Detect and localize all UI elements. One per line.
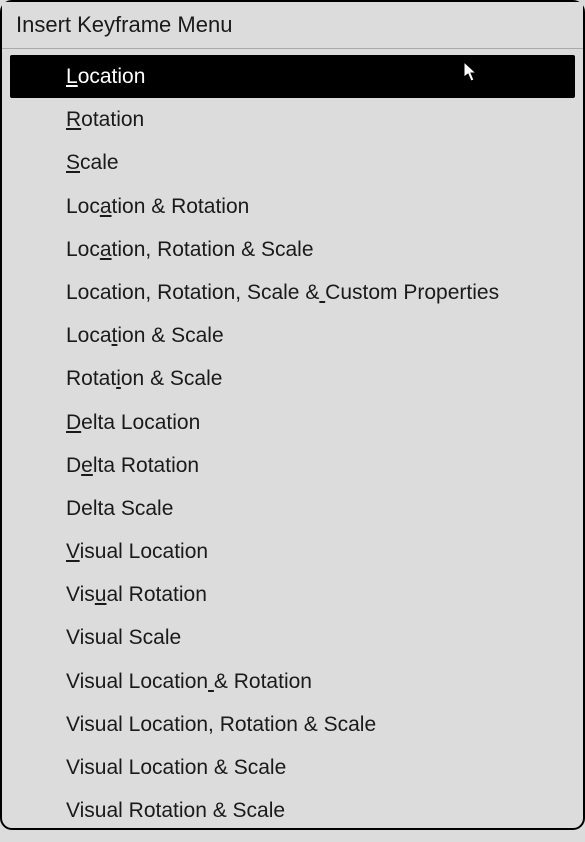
menu-item[interactable]: Rotation xyxy=(10,98,575,141)
menu-item[interactable]: Location, Rotation, Scale & Custom Prope… xyxy=(10,271,575,314)
mnemonic-char: a xyxy=(100,238,112,261)
menu-item[interactable]: Location xyxy=(10,55,575,98)
menu-item[interactable]: Visual Location & Scale xyxy=(10,746,575,789)
menu-item[interactable]: Location & Rotation xyxy=(10,185,575,228)
mnemonic-char: e xyxy=(81,454,93,477)
mnemonic-char xyxy=(319,281,325,304)
menu-item[interactable]: Visual Rotation & Scale xyxy=(10,789,575,832)
menu-item[interactable]: Visual Location & Rotation xyxy=(10,660,575,703)
mnemonic-char: V xyxy=(66,540,80,563)
menu-item[interactable]: Location, Rotation & Scale xyxy=(10,228,575,271)
mnemonic-char: S xyxy=(66,151,80,174)
menu-item[interactable]: Visual Rotation xyxy=(10,573,575,616)
mnemonic-char: t xyxy=(112,324,118,347)
menu-items-container: LocationRotationScaleLocation & Rotation… xyxy=(2,49,583,842)
menu-item[interactable]: Visual Location, Rotation & Scale xyxy=(10,703,575,746)
menu-item[interactable]: Location & Scale xyxy=(10,314,575,357)
menu-title: Insert Keyframe Menu xyxy=(2,2,583,49)
menu-item[interactable]: Scale xyxy=(10,141,575,184)
mnemonic-char xyxy=(208,670,214,693)
mnemonic-char: i xyxy=(116,367,121,390)
menu-item[interactable]: Delta Scale xyxy=(10,487,575,530)
cursor-icon xyxy=(463,61,481,85)
menu-item[interactable]: Rotation & Scale xyxy=(10,357,575,400)
mnemonic-char: D xyxy=(66,411,81,434)
mnemonic-char: R xyxy=(66,108,81,131)
menu-item[interactable]: Visual Location xyxy=(10,530,575,573)
mnemonic-char: L xyxy=(66,65,78,88)
menu-item[interactable]: Delta Location xyxy=(10,401,575,444)
menu-item[interactable]: Delta Rotation xyxy=(10,444,575,487)
mnemonic-char: a xyxy=(100,195,112,218)
mnemonic-char: u xyxy=(95,583,107,606)
menu-item[interactable]: Visual Scale xyxy=(10,616,575,659)
